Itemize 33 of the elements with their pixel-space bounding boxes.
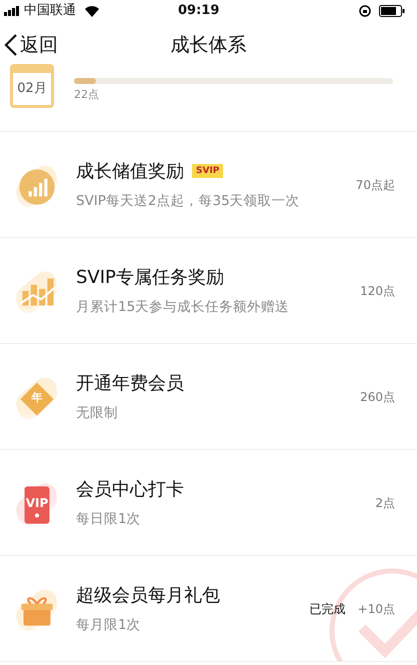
points-label: 22点 bbox=[74, 87, 100, 103]
back-button[interactable]: 返回 bbox=[0, 30, 58, 60]
task-points: +10点 bbox=[358, 600, 395, 618]
task-title: 超级会员每月礼包 bbox=[76, 584, 220, 608]
task-title: 开通年费会员 bbox=[76, 372, 184, 396]
carrier-name: 中国联通 bbox=[24, 2, 76, 20]
rotation-lock-icon bbox=[359, 5, 371, 17]
task-points: 70点起 bbox=[356, 176, 395, 194]
page-title: 成长体系 bbox=[170, 32, 246, 58]
task-points: 260点 bbox=[360, 388, 395, 406]
task-points: 120点 bbox=[360, 282, 395, 300]
wifi-icon bbox=[84, 5, 100, 17]
task-description: 无限制 bbox=[76, 404, 119, 423]
battery-icon bbox=[379, 5, 405, 17]
task-description: 月累计15天参与成长任务额外赠送 bbox=[76, 298, 290, 317]
signal-icon bbox=[4, 6, 20, 16]
task-row[interactable]: VIP 会员中心打卡 每日限1次 2点 bbox=[0, 450, 417, 556]
task-description: 每月限1次 bbox=[76, 616, 142, 635]
task-points: 2点 bbox=[375, 494, 395, 512]
calendar-icon: 02月 bbox=[10, 64, 54, 108]
task-description: SVIP每天送2点起，每35天领取一次 bbox=[76, 192, 301, 211]
svip-badge: SVIP bbox=[192, 164, 224, 178]
task-title: SVIP专属任务奖励 bbox=[76, 266, 224, 290]
task-row[interactable]: 成长储值奖励 SVIP SVIP每天送2点起，每35天领取一次 70点起 bbox=[0, 132, 417, 238]
task-title: 会员中心打卡 bbox=[76, 478, 184, 502]
task-row[interactable]: 超级会员每月礼包 每月限1次 已完成 +10点 bbox=[0, 556, 417, 662]
task-row[interactable]: 年 开通年费会员 无限制 260点 bbox=[0, 344, 417, 450]
completed-label: 已完成 bbox=[310, 600, 346, 618]
task-row[interactable]: SVIP专属任务奖励 月累计15天参与成长任务额外赠送 120点 bbox=[0, 238, 417, 344]
back-chevron-icon bbox=[4, 33, 18, 57]
task-description: 每日限1次 bbox=[76, 510, 142, 529]
task-title: 成长储值奖励 bbox=[76, 160, 184, 184]
clock: 09:19 bbox=[178, 2, 220, 20]
